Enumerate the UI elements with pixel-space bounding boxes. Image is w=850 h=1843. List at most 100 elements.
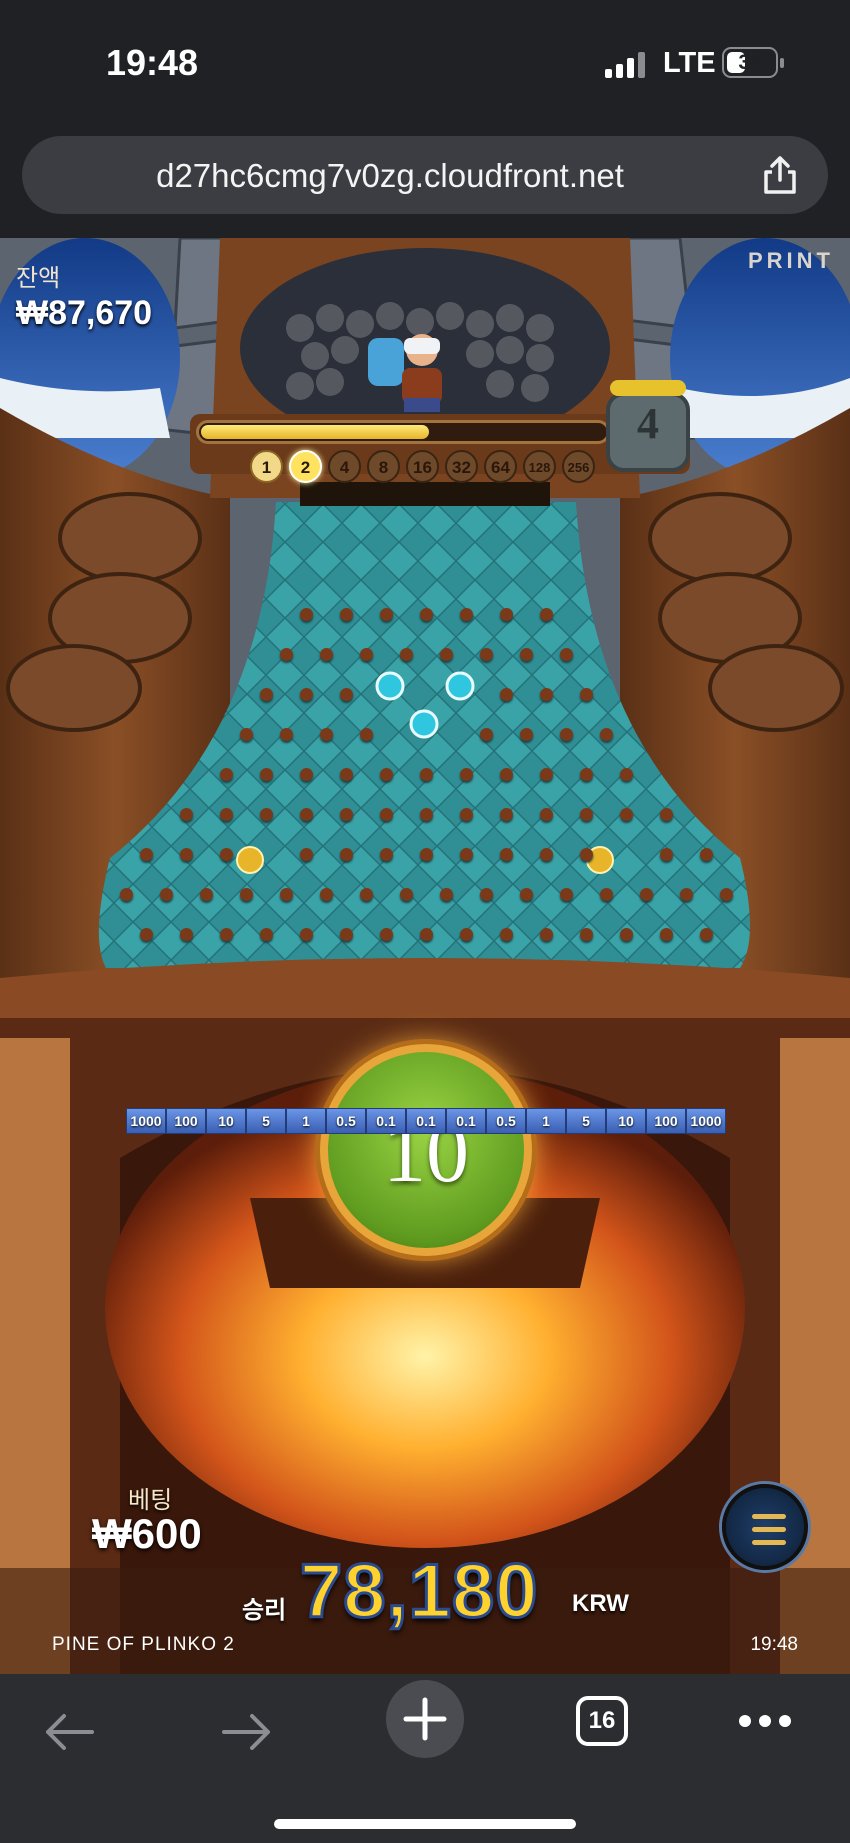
peg xyxy=(600,888,613,901)
peg xyxy=(300,768,313,781)
peg xyxy=(560,888,573,901)
peg xyxy=(580,688,593,701)
peg xyxy=(540,688,553,701)
address-bar[interactable]: d27hc6cmg7v0zg.cloudfront.net xyxy=(22,136,828,214)
status-time: 19:48 xyxy=(106,42,199,83)
signal-icon xyxy=(605,52,647,78)
menu-button[interactable] xyxy=(722,1484,808,1570)
url-text: d27hc6cmg7v0zg.cloudfront.net xyxy=(156,157,624,194)
peg xyxy=(340,928,353,941)
peg xyxy=(260,768,273,781)
peg xyxy=(340,608,353,621)
peg xyxy=(420,848,433,861)
battery-icon: 34 xyxy=(722,47,784,78)
battery-level: 34 xyxy=(738,51,762,74)
peg xyxy=(540,608,553,621)
game-clock: 19:48 xyxy=(750,1634,798,1655)
peg xyxy=(400,648,413,661)
game-canvas[interactable]: 1 2 4 8 16 32 64 128 256 4 1000 100 10 5 1 0.5 0.1 0.1 0… xyxy=(0,238,850,1674)
peg xyxy=(700,928,713,941)
play-button[interactable]: 10 xyxy=(320,1044,532,1256)
peg xyxy=(580,928,593,941)
bucket-multiplier: 100 xyxy=(166,1108,206,1134)
peg xyxy=(200,888,213,901)
peg xyxy=(240,728,253,741)
peg xyxy=(380,808,393,821)
peg xyxy=(480,888,493,901)
peg xyxy=(220,848,233,861)
peg xyxy=(300,928,313,941)
peg xyxy=(460,608,473,621)
peg xyxy=(440,888,453,901)
tab-count-button[interactable]: 16 xyxy=(576,1696,628,1746)
multiplier-chip: 256 xyxy=(562,450,595,483)
peg xyxy=(340,808,353,821)
multiplier-track: 1 2 4 8 16 32 64 128 256 xyxy=(250,450,595,484)
peg xyxy=(440,648,453,661)
bucket-multiplier: 1000 xyxy=(126,1108,166,1134)
peg xyxy=(420,608,433,621)
bucket-multiplier: 10 xyxy=(606,1108,646,1134)
peg xyxy=(260,808,273,821)
peg xyxy=(360,888,373,901)
peg xyxy=(680,888,693,901)
new-tab-button[interactable] xyxy=(386,1680,464,1758)
level-badge: 4 xyxy=(606,380,690,474)
peg xyxy=(320,648,333,661)
peg xyxy=(380,848,393,861)
brand-logo: PRINT xyxy=(748,248,834,273)
plus-icon xyxy=(403,1697,447,1741)
peg xyxy=(560,648,573,661)
multiplier-chip: 1 xyxy=(250,450,283,483)
peg xyxy=(500,808,513,821)
peg xyxy=(360,728,373,741)
back-arrow-icon[interactable] xyxy=(42,1710,96,1754)
peg xyxy=(140,848,153,861)
peg xyxy=(340,848,353,861)
bet-value[interactable]: ₩600 xyxy=(92,1510,202,1558)
peg xyxy=(660,808,673,821)
bucket-multiplier: 0.1 xyxy=(446,1108,486,1134)
peg xyxy=(480,728,493,741)
bucket-multiplier: 0.1 xyxy=(406,1108,446,1134)
balance-value: ₩87,670 xyxy=(16,294,153,332)
game-name: PINE OF PLINKO 2 xyxy=(52,1634,235,1655)
peg xyxy=(580,768,593,781)
multiplier-chip: 2 xyxy=(289,450,322,483)
peg xyxy=(420,808,433,821)
win-currency: KRW xyxy=(572,1590,629,1617)
peg xyxy=(540,928,553,941)
peg xyxy=(520,648,533,661)
peg xyxy=(700,848,713,861)
multiplier-chip: 8 xyxy=(367,450,400,483)
bucket-multiplier: 1000 xyxy=(686,1108,726,1134)
multiplier-chip: 32 xyxy=(445,450,478,483)
peg xyxy=(240,888,253,901)
peg xyxy=(400,888,413,901)
peg xyxy=(540,848,553,861)
peg xyxy=(280,888,293,901)
bucket-multiplier: 100 xyxy=(646,1108,686,1134)
peg xyxy=(220,928,233,941)
peg xyxy=(380,768,393,781)
peg xyxy=(180,848,193,861)
bucket-multiplier: 5 xyxy=(246,1108,286,1134)
peg xyxy=(580,808,593,821)
peg xyxy=(380,928,393,941)
peg xyxy=(500,848,513,861)
peg xyxy=(300,608,313,621)
forward-arrow-icon[interactable] xyxy=(220,1710,274,1754)
bucket-multiplier: 5 xyxy=(566,1108,606,1134)
multiplier-chip: 4 xyxy=(328,450,361,483)
peg xyxy=(540,808,553,821)
share-icon[interactable] xyxy=(760,154,800,196)
bucket-multiplier: 0.1 xyxy=(366,1108,406,1134)
win-label: 승리 xyxy=(242,1597,287,1624)
peg xyxy=(600,728,613,741)
peg xyxy=(660,848,673,861)
peg xyxy=(500,928,513,941)
level-progress-bar xyxy=(196,420,610,444)
more-icon[interactable] xyxy=(738,1714,792,1728)
peg xyxy=(460,808,473,821)
bucket-multiplier: 1 xyxy=(286,1108,326,1134)
